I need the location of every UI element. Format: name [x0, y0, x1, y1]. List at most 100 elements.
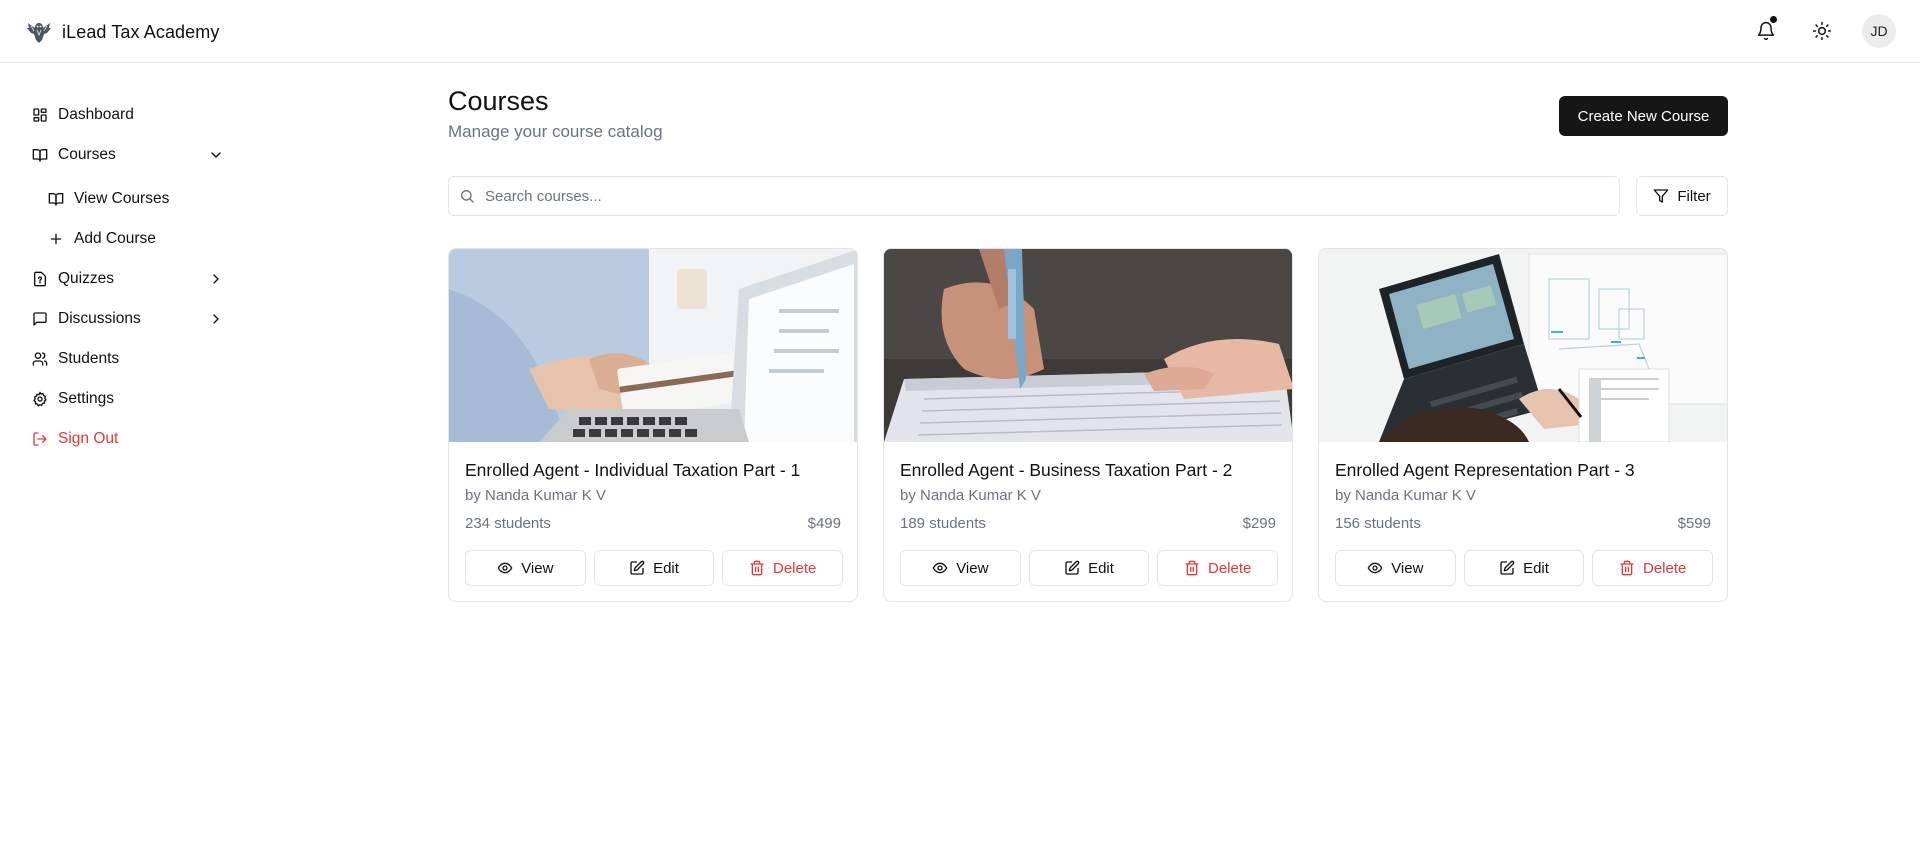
- delete-label: Delete: [1643, 559, 1687, 577]
- message-square-icon: [33, 312, 47, 326]
- delete-button[interactable]: Delete: [722, 550, 844, 586]
- student-count: 234 students: [465, 515, 551, 532]
- sidebar-item-students[interactable]: Students: [32, 343, 224, 375]
- view-button[interactable]: View: [465, 550, 586, 586]
- course-card: Enrolled Agent - Individual Taxation Par…: [448, 248, 858, 602]
- book-icon: [32, 149, 48, 162]
- chevron-down-icon: [211, 152, 221, 158]
- top-header: iLead Tax Academy JD: [0, 0, 1920, 63]
- sidebar-item-label: Students: [58, 350, 120, 367]
- sidebar-item-discussions[interactable]: Discussions: [32, 303, 224, 335]
- course-photo-writing-pen: [884, 249, 1292, 442]
- notification-dot: [1770, 16, 1777, 23]
- gear-icon: [33, 391, 47, 407]
- course-image[interactable]: [884, 249, 1292, 442]
- card-actions: View Edit Delete: [900, 550, 1279, 586]
- course-author: by Nanda Kumar K V: [900, 487, 1041, 504]
- edit-button[interactable]: Edit: [593, 550, 715, 586]
- app-name: iLead Tax Academy: [62, 21, 220, 42]
- card-actions: View Edit Delete: [1335, 550, 1714, 586]
- filter-button[interactable]: Filter: [1636, 176, 1728, 216]
- sidebar-item-settings[interactable]: Settings: [32, 383, 224, 415]
- sidebar-item-label: Add Course: [74, 230, 156, 247]
- sidebar-item-label: Courses: [58, 146, 116, 163]
- create-new-course-button[interactable]: Create New Course: [1559, 96, 1728, 136]
- sidebar-item-sign-out[interactable]: Sign Out: [32, 423, 224, 455]
- sun-icon: [1812, 21, 1832, 41]
- search-box: [448, 176, 1620, 216]
- search-input[interactable]: [485, 187, 1585, 205]
- users-icon: [32, 352, 48, 366]
- edit-button[interactable]: Edit: [1463, 550, 1585, 586]
- course-price: $499: [807, 515, 841, 532]
- file-question-icon: [34, 271, 46, 287]
- eagle-logo-icon: [27, 23, 51, 43]
- search-icon: [461, 190, 474, 203]
- view-button[interactable]: View: [900, 550, 1021, 586]
- grid-icon: [33, 108, 47, 122]
- delete-button[interactable]: Delete: [1592, 550, 1714, 586]
- course-image[interactable]: [1319, 249, 1727, 442]
- chevron-right-icon: [213, 314, 219, 324]
- card-actions: View Edit Delete: [465, 550, 844, 586]
- course-card: Enrolled Agent Representation Part - 3 b…: [1318, 248, 1728, 602]
- edit-icon: [1065, 560, 1080, 575]
- trash-icon: [750, 560, 764, 576]
- sidebar: Dashboard Courses View Courses Add Cours…: [0, 63, 240, 859]
- student-count: 189 students: [900, 515, 986, 532]
- view-label: View: [521, 559, 554, 577]
- course-image[interactable]: [449, 249, 857, 442]
- eye-icon: [497, 562, 513, 574]
- edit-label: Edit: [1523, 559, 1549, 577]
- sidebar-item-label: Sign Out: [58, 430, 119, 447]
- edit-icon: [1500, 560, 1515, 575]
- sidebar-item-dashboard[interactable]: Dashboard: [32, 99, 224, 131]
- brand[interactable]: iLead Tax Academy: [24, 17, 219, 47]
- eye-icon: [1367, 562, 1383, 574]
- user-avatar[interactable]: JD: [1862, 14, 1896, 48]
- notifications-button[interactable]: [1750, 15, 1782, 47]
- sidebar-item-label: View Courses: [74, 190, 170, 207]
- view-label: View: [1391, 559, 1424, 577]
- page-title: Courses: [448, 86, 549, 116]
- page-subtitle: Manage your course catalog: [448, 122, 663, 141]
- course-title[interactable]: Enrolled Agent - Individual Taxation Par…: [465, 460, 800, 481]
- plus-icon: [50, 233, 62, 245]
- student-count: 156 students: [1335, 515, 1421, 532]
- delete-label: Delete: [1208, 559, 1252, 577]
- sidebar-item-courses[interactable]: Courses: [32, 139, 224, 171]
- course-author: by Nanda Kumar K V: [465, 487, 606, 504]
- trash-icon: [1620, 560, 1634, 576]
- course-author: by Nanda Kumar K V: [1335, 487, 1476, 504]
- course-title[interactable]: Enrolled Agent - Business Taxation Part …: [900, 460, 1232, 481]
- sidebar-item-label: Quizzes: [58, 270, 114, 287]
- course-card: Enrolled Agent - Business Taxation Part …: [883, 248, 1293, 602]
- delete-button[interactable]: Delete: [1157, 550, 1279, 586]
- sidebar-item-add-course[interactable]: Add Course: [48, 223, 224, 255]
- course-price: $599: [1677, 515, 1711, 532]
- sidebar-item-label: Settings: [58, 390, 115, 407]
- chevron-right-icon: [213, 274, 219, 284]
- theme-toggle-button[interactable]: [1806, 15, 1838, 47]
- sidebar-item-quizzes[interactable]: Quizzes: [32, 263, 224, 295]
- filter-icon: [1653, 189, 1669, 203]
- filter-label: Filter: [1677, 187, 1711, 205]
- delete-label: Delete: [773, 559, 817, 577]
- header-actions: JD: [1750, 14, 1896, 48]
- sidebar-item-view-courses[interactable]: View Courses: [48, 183, 224, 215]
- trash-icon: [1185, 560, 1199, 576]
- edit-icon: [630, 560, 645, 575]
- edit-label: Edit: [653, 559, 679, 577]
- sign-out-icon: [33, 432, 47, 446]
- book-icon: [48, 193, 64, 206]
- course-photo-desk-laptop: [449, 249, 857, 442]
- sidebar-item-label: Discussions: [58, 310, 141, 327]
- course-price: $299: [1242, 515, 1276, 532]
- bell-icon: [1757, 21, 1775, 41]
- edit-button[interactable]: Edit: [1028, 550, 1150, 586]
- view-button[interactable]: View: [1335, 550, 1456, 586]
- edit-label: Edit: [1088, 559, 1114, 577]
- course-photo-laptop-plans: [1319, 249, 1727, 442]
- course-title[interactable]: Enrolled Agent Representation Part - 3: [1335, 460, 1635, 481]
- view-label: View: [956, 559, 989, 577]
